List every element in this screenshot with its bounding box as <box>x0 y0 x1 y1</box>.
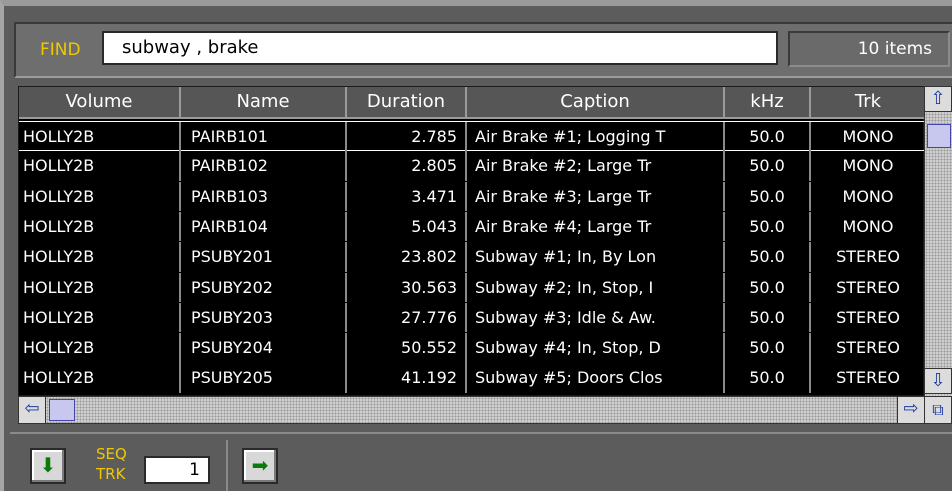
cell-volume: HOLLY2B <box>19 272 181 302</box>
bottom-toolbar: ⬇ SEQ TRK 1 ➡ <box>10 432 952 491</box>
cell-trk: STEREO <box>836 338 900 358</box>
cell-duration: 5.043 <box>347 211 467 242</box>
vertical-scrollbar[interactable]: ⇧ ⇩ <box>924 86 952 396</box>
cell-caption: Air Brake #3; Large Tr <box>467 181 725 212</box>
cell-khz: 50.0 <box>725 363 811 393</box>
cell-khz: 50.0 <box>725 302 811 333</box>
scroll-down-icon[interactable]: ⇩ <box>924 368 952 394</box>
cell-duration: 27.776 <box>347 302 467 333</box>
cell-caption: Air Brake #1; Logging T <box>467 122 725 152</box>
cell-name: PSUBY201 <box>181 242 347 272</box>
down-arrow-button[interactable]: ⬇ <box>30 448 66 484</box>
down-arrow-icon: ⬇ <box>39 453 57 477</box>
cell-caption: Subway #4; In, Stop, D <box>467 333 725 363</box>
column-header-volume[interactable]: Volume <box>19 87 181 117</box>
find-label: FIND <box>40 40 81 60</box>
column-header-trk[interactable]: Trk <box>811 87 925 117</box>
cell-duration: 2.785 <box>347 122 467 152</box>
right-arrow-icon: ➡ <box>251 453 269 477</box>
cell-volume: HOLLY2B <box>19 363 181 393</box>
cell-duration: 2.805 <box>347 151 467 181</box>
cell-trk: STEREO <box>836 307 900 327</box>
seq-trk-input[interactable]: 1 <box>144 456 210 484</box>
cell-name: PSUBY205 <box>181 363 347 393</box>
cell-name: PAIRB103 <box>181 181 347 212</box>
cell-volume: HOLLY2B <box>19 333 181 363</box>
cell-name: PSUBY203 <box>181 302 347 333</box>
results-table: Volume Name Duration Caption kHz Trk HOL… <box>18 86 925 397</box>
resize-grow-icon[interactable]: ⧉ <box>924 396 952 424</box>
cell-khz: 50.0 <box>725 242 811 272</box>
cell-trk: MONO <box>842 127 894 146</box>
cell-caption: Subway #1; In, By Lon <box>467 242 725 272</box>
cell-volume: HOLLY2B <box>19 302 181 333</box>
cell-caption: Air Brake #4; Large Tr <box>467 211 725 242</box>
right-arrow-button[interactable]: ➡ <box>242 448 278 484</box>
table-row[interactable]: HOLLY2B PSUBY201 23.802 Subway #1; In, By L… <box>19 242 925 272</box>
cell-khz: 50.0 <box>725 333 811 363</box>
cell-volume: HOLLY2B <box>19 242 181 272</box>
cell-name: PSUBY204 <box>181 333 347 363</box>
cell-name: PAIRB104 <box>181 211 347 242</box>
scroll-left-icon[interactable]: ⇦ <box>18 396 46 424</box>
seq-trk-label: SEQ TRK <box>96 445 127 483</box>
table-row[interactable]: HOLLY2B PSUBY202 30.563 Subway #2; In, Stop… <box>19 272 925 302</box>
column-header-caption[interactable]: Caption <box>467 87 725 117</box>
item-count: 10 items <box>788 31 950 67</box>
cell-caption: Subway #2; In, Stop, I <box>467 272 725 302</box>
column-header-name[interactable]: Name <box>181 87 347 117</box>
vertical-scroll-thumb[interactable] <box>927 124 951 148</box>
cell-caption: Air Brake #2; Large Tr <box>467 151 725 181</box>
cell-name: PAIRB101 <box>181 122 347 152</box>
cell-volume: HOLLY2B <box>19 122 181 152</box>
scroll-right-icon[interactable]: ⇨ <box>897 396 925 424</box>
table-row[interactable]: HOLLY2B PAIRB102 2.805 Air Brake #2; Large … <box>19 151 925 181</box>
cell-khz: 50.0 <box>725 122 811 152</box>
cell-volume: HOLLY2B <box>19 151 181 181</box>
cell-volume: HOLLY2B <box>19 211 181 242</box>
scroll-up-icon[interactable]: ⇧ <box>924 86 952 112</box>
column-header-khz[interactable]: kHz <box>725 87 811 117</box>
cell-khz: 50.0 <box>725 181 811 212</box>
cell-duration: 50.552 <box>347 333 467 363</box>
cell-caption: Subway #3; Idle & Aw. <box>467 302 725 333</box>
cell-trk: STEREO <box>836 277 900 297</box>
table-row[interactable]: HOLLY2B PAIRB101 2.785 Air Brake #1; Loggin… <box>19 121 925 152</box>
table-body: HOLLY2B PAIRB101 2.785 Air Brake #1; Loggin… <box>19 121 925 397</box>
horizontal-scrollbar[interactable]: ⇦ ⇨ <box>18 396 925 424</box>
cell-khz: 50.0 <box>725 272 811 302</box>
sound-library-window: FIND subway , brake 10 items Volume Name… <box>0 0 952 491</box>
horizontal-scroll-thumb[interactable] <box>49 399 75 421</box>
cell-name: PSUBY202 <box>181 272 347 302</box>
cell-name: PAIRB102 <box>181 151 347 181</box>
table-row[interactable]: HOLLY2B PSUBY205 41.192 Subway #5; Doors Cl… <box>19 363 925 393</box>
cell-khz: 50.0 <box>725 211 811 242</box>
find-input[interactable]: subway , brake <box>102 31 778 65</box>
table-row[interactable]: HOLLY2B PAIRB103 3.471 Air Brake #3; Large … <box>19 181 925 212</box>
cell-trk: MONO <box>842 156 894 176</box>
cell-trk: STEREO <box>836 368 900 388</box>
cell-duration: 30.563 <box>347 272 467 302</box>
cell-duration: 3.471 <box>347 181 467 212</box>
cell-trk: STEREO <box>836 247 900 267</box>
table-row[interactable]: HOLLY2B PAIRB104 5.043 Air Brake #4; Large … <box>19 211 925 242</box>
cell-volume: HOLLY2B <box>19 181 181 212</box>
cell-khz: 50.0 <box>725 151 811 181</box>
table-row[interactable]: HOLLY2B PSUBY203 27.776 Subway #3; Idle & A… <box>19 302 925 333</box>
table-row[interactable]: HOLLY2B PSUBY204 50.552 Subway #4; In, Stop… <box>19 333 925 363</box>
cell-duration: 41.192 <box>347 363 467 393</box>
cell-caption: Subway #5; Doors Clos <box>467 363 725 393</box>
find-bar: FIND subway , brake 10 items <box>14 22 952 78</box>
table-header: Volume Name Duration Caption kHz Trk <box>19 87 925 119</box>
toolbar-divider <box>226 440 228 491</box>
cell-trk: MONO <box>842 186 894 206</box>
cell-duration: 23.802 <box>347 242 467 272</box>
column-header-duration[interactable]: Duration <box>347 87 467 117</box>
cell-trk: MONO <box>842 216 894 236</box>
